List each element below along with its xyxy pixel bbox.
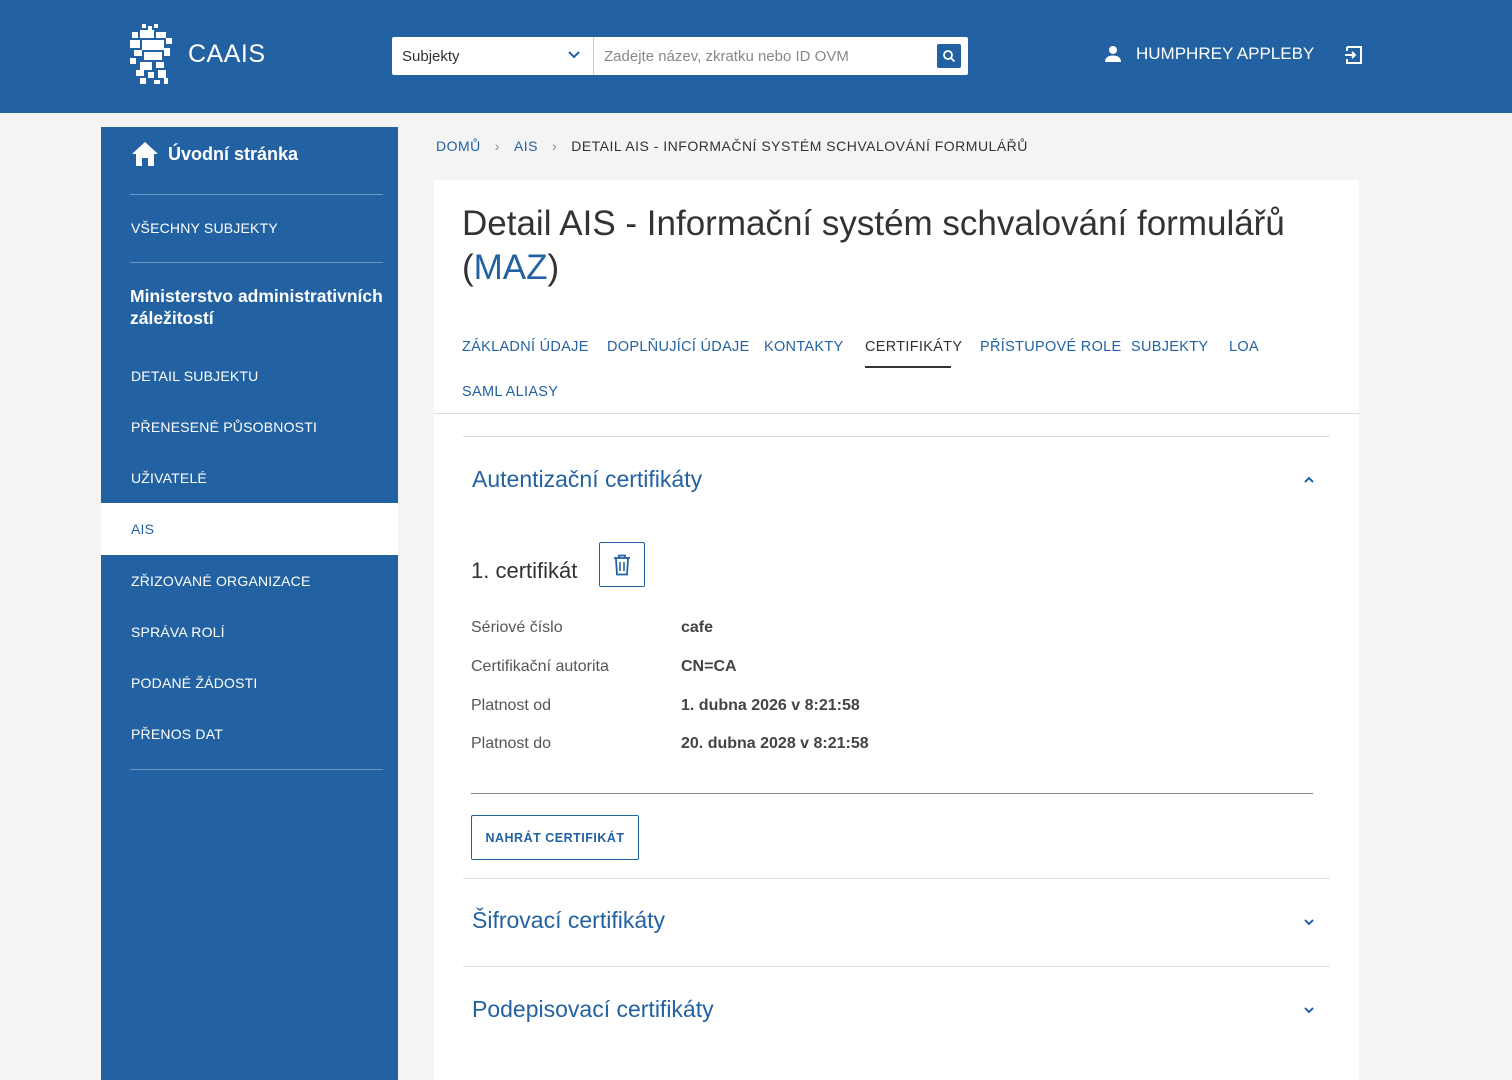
trash-icon <box>614 554 630 575</box>
sidebar: Úvodní stránka VŠECHNY SUBJEKTY Minister… <box>101 127 398 1080</box>
tab-saml-aliasy[interactable]: SAML ALIASY <box>462 384 558 400</box>
upload-certificate-button[interactable]: NAHRÁT CERTIFIKÁT <box>471 815 639 860</box>
page-title: Detail AIS - Informační systém schvalová… <box>462 202 1332 290</box>
field-value-valid-to: 20. dubna 2028 v 8:21:58 <box>681 735 869 752</box>
tab-loa[interactable]: LOA <box>1229 339 1259 355</box>
field-value-valid-from: 1. dubna 2026 v 8:21:58 <box>681 697 860 714</box>
field-value-serial: cafe <box>681 619 714 636</box>
chevron-down-icon[interactable] <box>1302 1003 1316 1017</box>
active-tab-indicator <box>865 366 951 368</box>
user-menu[interactable]: HUMPHREY APPLEBY <box>1104 44 1314 64</box>
sidebar-item-label: DETAIL SUBJEKTU <box>131 368 259 384</box>
top-bar: CAAIS Subjekty HUMPHREY APPLEBY <box>0 0 1512 113</box>
chevron-right-icon: › <box>552 138 558 154</box>
search-input[interactable] <box>594 37 937 75</box>
accordion-divider <box>463 436 1330 437</box>
tab-pristupove-role[interactable]: PŘÍSTUPOVÉ ROLE <box>980 339 1121 355</box>
sidebar-divider <box>130 194 383 195</box>
sidebar-item-label: PŘENESENÉ PŮSOBNOSTI <box>131 419 318 435</box>
sidebar-item-label: ZŘIZOVANÉ ORGANIZACE <box>131 573 311 589</box>
sidebar-item-prenos-dat[interactable]: PŘENOS DAT <box>101 708 398 760</box>
accordion-auth-title[interactable]: Autentizační certifikáty <box>472 466 702 493</box>
sidebar-item-detail-subjektu[interactable]: DETAIL SUBJEKTU <box>101 350 398 402</box>
sidebar-item-label: SPRÁVA ROLÍ <box>131 624 225 640</box>
search-button[interactable] <box>937 44 961 68</box>
sidebar-item-ais[interactable]: AIS <box>101 503 398 555</box>
search-scope-value: Subjekty <box>402 47 460 65</box>
title-paren-open: ( <box>462 248 474 287</box>
sidebar-item-podane-zadosti[interactable]: PODANÉ ŽÁDOSTI <box>101 657 398 709</box>
field-label-serial: Sériové číslo <box>471 619 563 636</box>
sidebar-item-label: PŘENOS DAT <box>131 726 223 742</box>
sidebar-home-label: Úvodní stránka <box>168 143 299 164</box>
chevron-up-icon[interactable] <box>1302 473 1316 487</box>
app-name: CAAIS <box>188 39 266 68</box>
sidebar-item-label: VŠECHNY SUBJEKTY <box>131 220 278 236</box>
field-label-valid-to: Platnost do <box>471 735 552 752</box>
breadcrumb: DOMŮ › AIS › DETAIL AIS - INFORMAČNÍ SYS… <box>436 138 1028 154</box>
breadcrumb-home[interactable]: DOMŮ <box>436 138 481 154</box>
accordion-divider <box>463 966 1330 967</box>
tab-certifikaty[interactable]: CERTIFIKÁTY <box>865 339 962 355</box>
chevron-down-icon <box>568 51 580 59</box>
breadcrumb-ais[interactable]: AIS <box>514 138 538 154</box>
title-paren-close: ) <box>547 248 560 287</box>
field-label-valid-from: Platnost od <box>471 697 552 714</box>
tab-zakladni-udaje[interactable]: ZÁKLADNÍ ÚDAJE <box>462 339 589 355</box>
accordion-signing-title[interactable]: Podepisovací certifikáty <box>472 996 714 1023</box>
search-scope-select[interactable]: Subjekty <box>392 37 594 75</box>
accordion-encryption-title[interactable]: Šifrovací certifikáty <box>472 907 665 934</box>
logo[interactable]: CAAIS <box>128 24 266 84</box>
user-icon <box>1105 46 1121 62</box>
delete-certificate-button[interactable] <box>599 542 645 587</box>
accordion-divider <box>463 878 1330 879</box>
search-icon <box>943 50 956 63</box>
sidebar-item-prenesene-pusobnosti[interactable]: PŘENESENÉ PŮSOBNOSTI <box>101 401 398 453</box>
czech-lion-icon <box>130 24 172 84</box>
logout-icon[interactable] <box>1344 45 1364 65</box>
field-value-authority: CN=CA <box>681 658 737 675</box>
sidebar-item-label: UŽIVATELÉ <box>131 470 207 486</box>
sidebar-item-all-subjects[interactable]: VŠECHNY SUBJEKTY <box>101 202 398 254</box>
chevron-down-icon[interactable] <box>1302 915 1316 929</box>
tab-subjekty[interactable]: SUBJEKTY <box>1131 339 1208 355</box>
sidebar-home-link[interactable]: Úvodní stránka <box>131 141 298 167</box>
sidebar-divider <box>130 769 383 770</box>
user-name: HUMPHREY APPLEBY <box>1136 44 1315 63</box>
tab-doplnujici-udaje[interactable]: DOPLŇUJÍCÍ ÚDAJE <box>607 339 750 355</box>
chevron-right-icon: › <box>494 138 500 154</box>
sidebar-item-sprava-roli[interactable]: SPRÁVA ROLÍ <box>101 606 398 658</box>
page-title-abbr: MAZ <box>473 248 548 287</box>
breadcrumb-current: DETAIL AIS - INFORMAČNÍ SYSTÉM SCHVALOVÁ… <box>571 138 1028 154</box>
page-title-text: Detail AIS - Informační systém schvalová… <box>462 204 1285 243</box>
sidebar-item-zrizovane-organizace[interactable]: ZŘIZOVANÉ ORGANIZACE <box>101 555 398 607</box>
tab-kontakty[interactable]: KONTAKTY <box>764 339 843 355</box>
sidebar-item-label: PODANÉ ŽÁDOSTI <box>131 675 258 691</box>
tabs-divider <box>434 413 1359 414</box>
sidebar-item-label: AIS <box>131 521 155 537</box>
sidebar-org-name: Ministerstvo administrativních záležitos… <box>130 286 383 328</box>
certificate-title: 1. certifikát <box>471 558 578 583</box>
main-card: Detail AIS - Informační systém schvalová… <box>434 180 1359 1080</box>
home-icon <box>132 142 158 166</box>
certificate-divider <box>471 793 1313 794</box>
sidebar-item-uzivatele[interactable]: UŽIVATELÉ <box>101 452 398 504</box>
sidebar-divider <box>130 262 383 263</box>
search-bar: Subjekty <box>392 37 968 75</box>
field-label-authority: Certifikační autorita <box>471 658 609 675</box>
